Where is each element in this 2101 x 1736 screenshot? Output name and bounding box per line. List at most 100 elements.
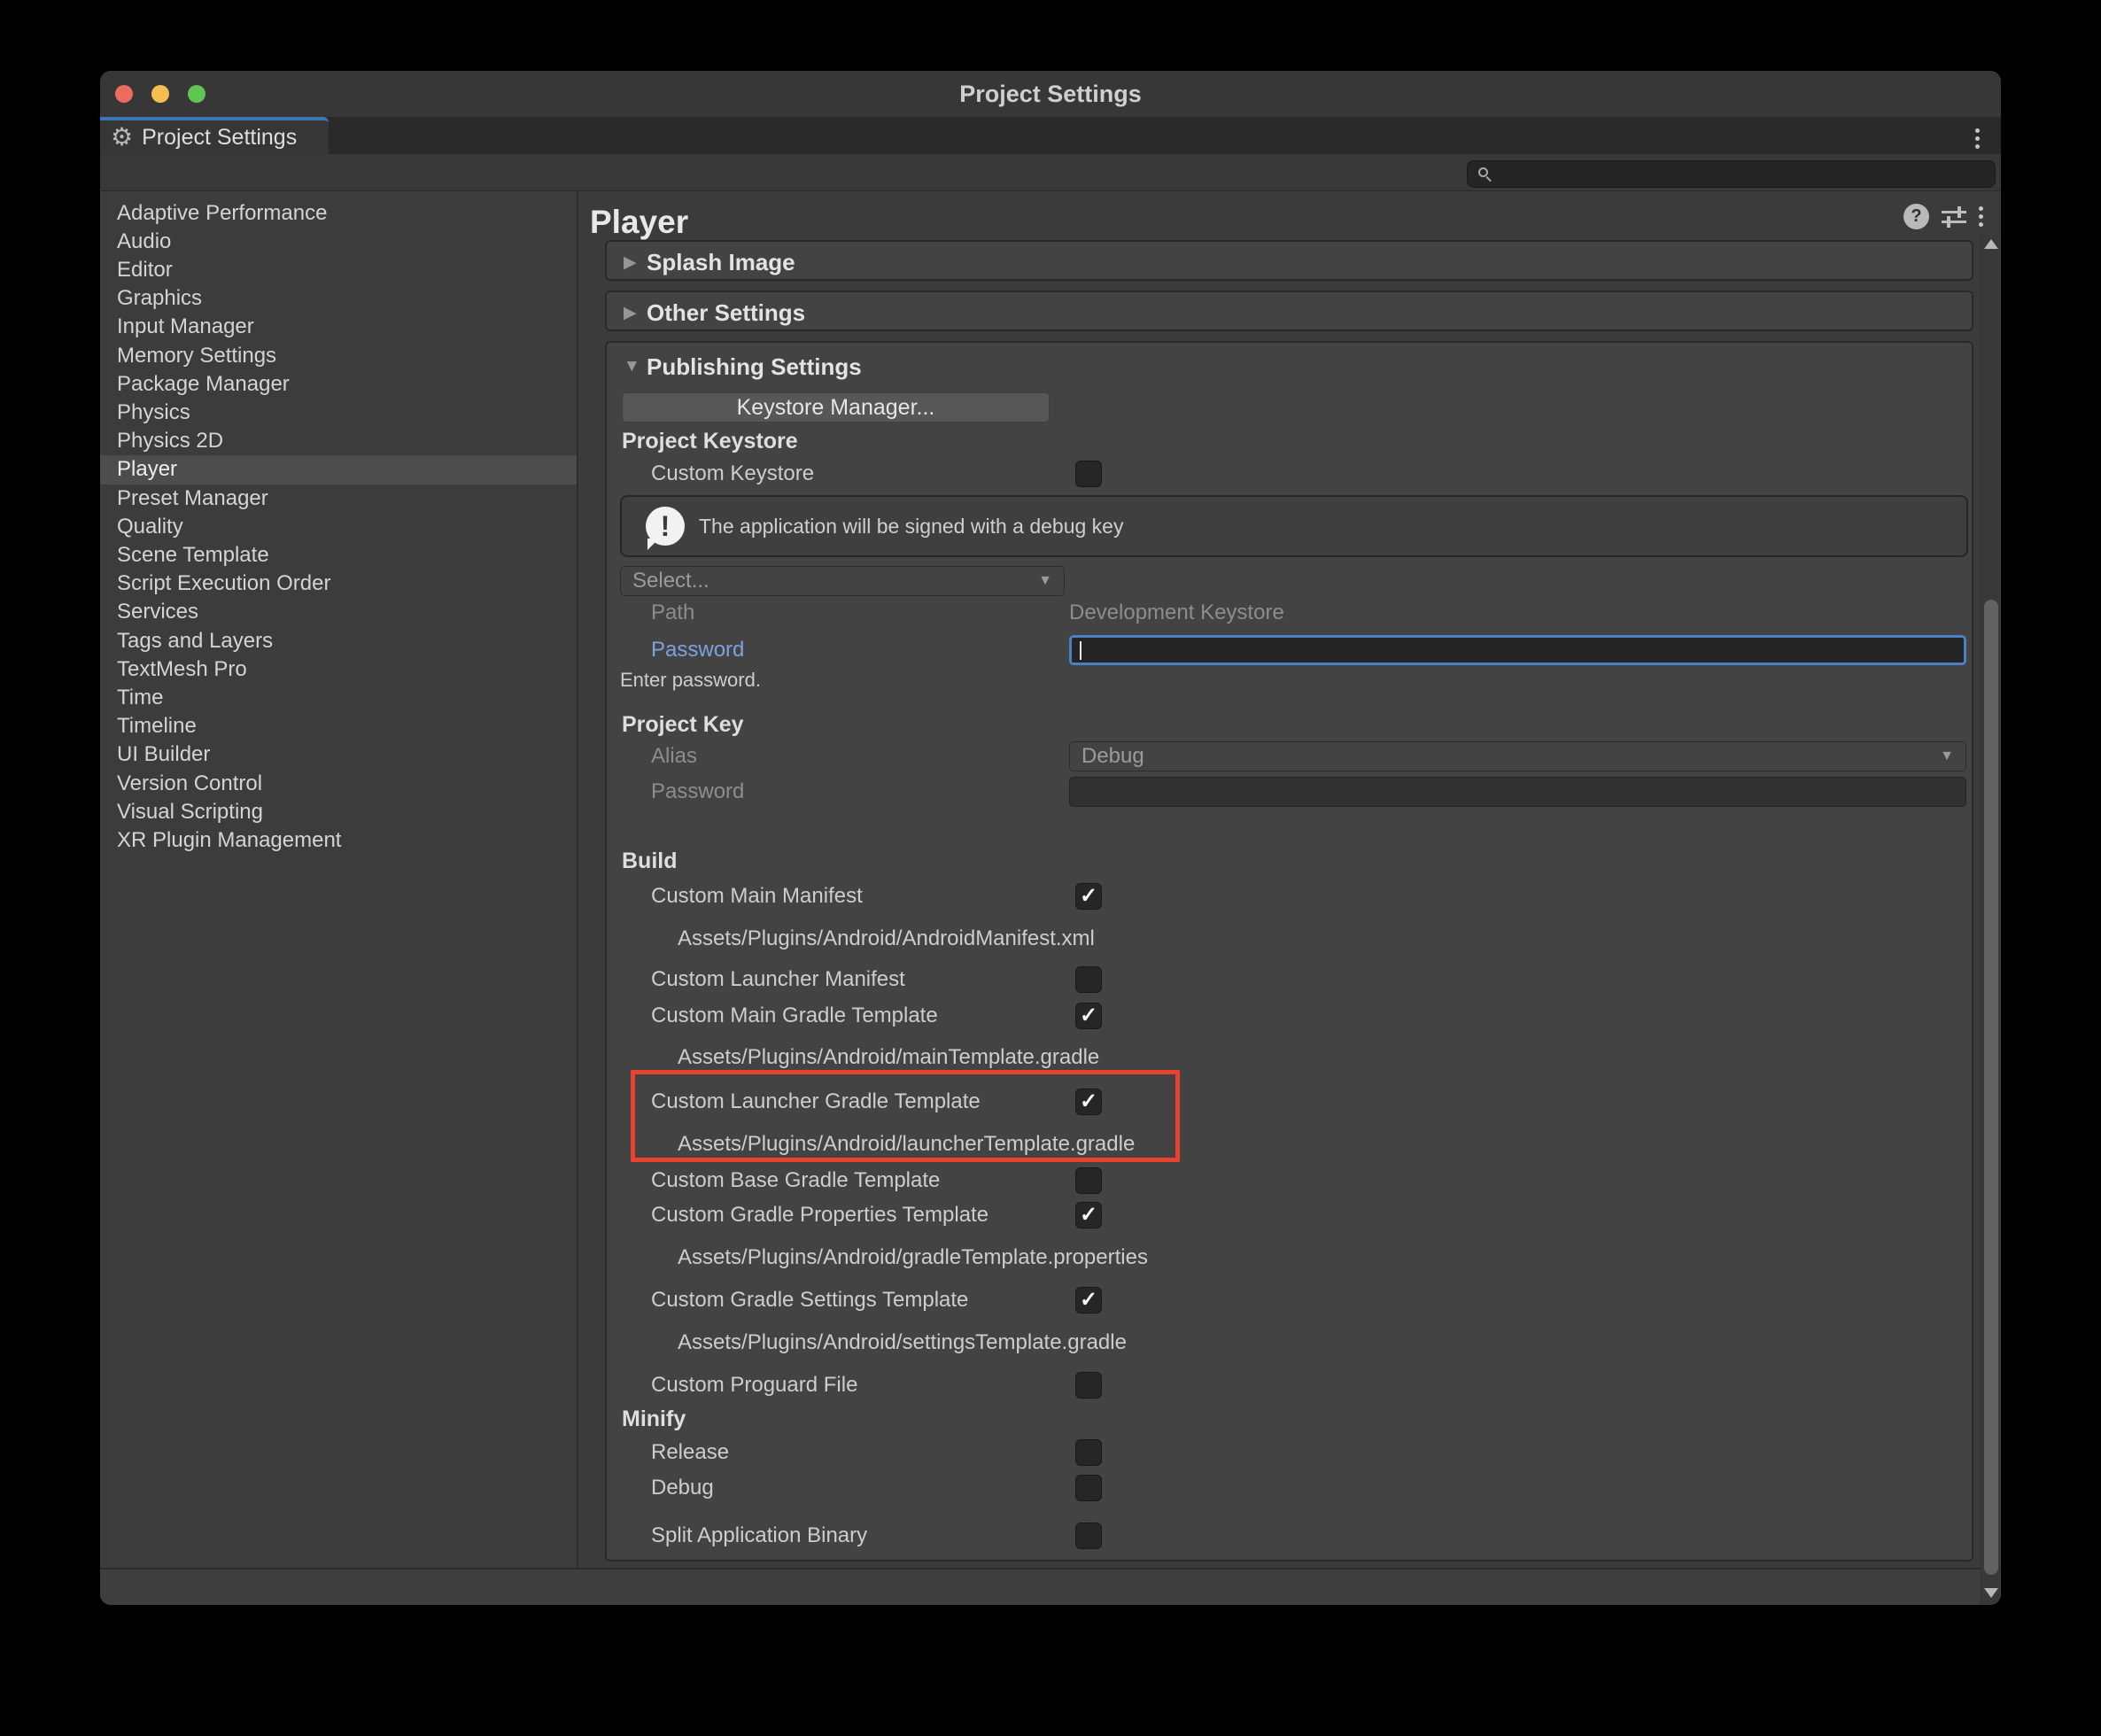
warning-icon: !	[646, 507, 686, 547]
row-custom-main-manifest: Custom Main Manifest ✓	[607, 881, 1972, 911]
project-settings-window: Project Settings ⚙ Project Settings Adap…	[100, 71, 2001, 1605]
tab-bar-menu-button[interactable]	[1975, 128, 1980, 149]
sidebar-item-ui-builder[interactable]: UI Builder	[100, 740, 577, 770]
checkbox-debug[interactable]	[1075, 1475, 1102, 1501]
sidebar-item-adaptive-performance[interactable]: Adaptive Performance	[100, 198, 577, 228]
sidebar-item-player[interactable]: Player	[100, 455, 577, 484]
row-custom-proguard-file: Custom Proguard File	[607, 1370, 1972, 1400]
chevron-down-icon: ▼	[1038, 567, 1052, 595]
panel-more-button[interactable]	[1979, 206, 1983, 227]
sidebar-item-timeline[interactable]: Timeline	[100, 712, 577, 741]
checkbox-label: Custom Keystore	[651, 461, 814, 486]
row-custom-keystore: Custom Keystore	[607, 459, 1972, 489]
chevron-right-icon: ▶	[624, 303, 647, 323]
checkmark-icon: ✓	[1080, 1203, 1097, 1227]
window-title: Project Settings	[100, 71, 2001, 117]
sidebar-item-audio[interactable]: Audio	[100, 227, 577, 256]
sidebar-item-label: Preset Manager	[117, 486, 268, 511]
window-footer-strip	[100, 1568, 2001, 1605]
checkbox-custom-base-gradle-template[interactable]	[1075, 1167, 1102, 1194]
section-header-other-settings[interactable]: ▶ Other Settings	[607, 292, 1972, 333]
row-project-key: Project Key	[607, 711, 1972, 738]
sidebar-item-visual-scripting[interactable]: Visual Scripting	[100, 797, 577, 826]
sidebar-item-memory-settings[interactable]: Memory Settings	[100, 341, 577, 370]
checkbox-release[interactable]	[1075, 1439, 1102, 1466]
row-custom-launcher-manifest: Custom Launcher Manifest	[607, 965, 1972, 995]
sidebar-item-physics[interactable]: Physics	[100, 398, 577, 427]
row-path: PathDevelopment Keystore	[607, 598, 1972, 628]
sidebar-item-scene-template[interactable]: Scene Template	[100, 540, 577, 570]
content-area: Adaptive PerformanceAudioEditorGraphicsI…	[100, 191, 2001, 1605]
scrollbar-thumb[interactable]	[1984, 600, 1998, 1575]
sidebar-item-label: Timeline	[117, 714, 197, 739]
row-custom-main-gradle-template: Custom Main Gradle Template✓	[607, 1001, 1972, 1031]
sidebar-item-version-control[interactable]: Version Control	[100, 769, 577, 798]
file-path-text: Assets/Plugins/Android/launcherTemplate.…	[678, 1132, 1135, 1157]
checkbox-label: Custom Launcher Gradle Template	[651, 1089, 981, 1114]
vertical-scrollbar[interactable]	[1981, 232, 2000, 1605]
checkbox-custom-gradle-settings-template[interactable]: ✓	[1075, 1287, 1102, 1314]
file-path-text: Assets/Plugins/Android/settingsTemplate.…	[678, 1330, 1127, 1355]
text-caret	[1080, 641, 1082, 660]
settings-category-list: Adaptive PerformanceAudioEditorGraphicsI…	[100, 191, 577, 1605]
checkbox-label: Custom Gradle Properties Template	[651, 1203, 988, 1228]
scroll-down-icon[interactable]	[1984, 1588, 1998, 1598]
sidebar-item-textmesh-pro[interactable]: TextMesh Pro	[100, 655, 577, 684]
row-custom-gradle-settings-template: Custom Gradle Settings Template ✓	[607, 1285, 1972, 1315]
sidebar-item-preset-manager[interactable]: Preset Manager	[100, 484, 577, 513]
field-label-password: Password	[651, 779, 744, 804]
sidebar-item-script-execution-order[interactable]: Script Execution Order	[100, 570, 577, 599]
scroll-up-icon[interactable]	[1984, 239, 1998, 249]
sidebar-item-quality[interactable]: Quality	[100, 512, 577, 541]
search-input[interactable]	[1467, 160, 1996, 188]
keystore-select-dropdown[interactable]: Select...▼	[620, 566, 1065, 596]
chevron-down-icon: ▼	[624, 357, 647, 376]
password-link-label[interactable]: Password	[651, 638, 744, 663]
checkbox-label: Custom Launcher Manifest	[651, 967, 905, 992]
checkbox-custom-main-gradle-template[interactable]: ✓	[1075, 1003, 1102, 1029]
kebab-icon	[1979, 206, 1983, 211]
sidebar-item-label: Scene Template	[117, 543, 269, 568]
tab-project-settings[interactable]: ⚙ Project Settings	[100, 117, 329, 154]
checkbox-custom-launcher-manifest[interactable]	[1075, 966, 1102, 993]
sidebar-item-time[interactable]: Time	[100, 683, 577, 712]
sidebar-item-tags-and-layers[interactable]: Tags and Layers	[100, 626, 577, 655]
tab-bar: ⚙ Project Settings	[100, 117, 2001, 154]
checkbox-custom-proguard-file[interactable]	[1075, 1372, 1102, 1399]
sidebar-item-graphics[interactable]: Graphics	[100, 284, 577, 314]
sidebar-item-xr-plugin-management[interactable]: XR Plugin Management	[100, 825, 577, 855]
title-bar[interactable]: Project Settings	[100, 71, 2001, 117]
checkbox-label: Custom Gradle Settings Template	[651, 1288, 968, 1313]
checkbox-custom-main-manifest[interactable]: ✓	[1075, 883, 1102, 910]
sidebar-item-package-manager[interactable]: Package Manager	[100, 369, 577, 399]
sidebar-item-editor[interactable]: Editor	[100, 255, 577, 284]
checkbox-custom-keystore[interactable]	[1075, 461, 1102, 487]
sidebar-item-services[interactable]: Services	[100, 598, 577, 627]
field-value-development-keystore: Development Keystore	[1069, 601, 1284, 625]
section-header-splash-image[interactable]: ▶ Splash Image	[607, 242, 1972, 283]
section-splash-image: ▶ Splash Image	[605, 240, 1973, 281]
row-assets-plugins-android-settingstemplate-gradle: Assets/Plugins/Android/settingsTemplate.…	[607, 1328, 1972, 1358]
search-row	[100, 154, 2001, 191]
sidebar-item-input-manager[interactable]: Input Manager	[100, 313, 577, 342]
row-minify: Minify	[607, 1406, 1972, 1432]
keystore-manager-button[interactable]: Keystore Manager...	[622, 392, 1050, 422]
help-icon[interactable]: ?	[1903, 204, 1929, 229]
alias-dropdown[interactable]: Debug▼	[1069, 741, 1966, 771]
sidebar-item-physics-2d[interactable]: Physics 2D	[100, 427, 577, 456]
presets-icon[interactable]	[1942, 205, 1966, 228]
key-password-input[interactable]	[1069, 777, 1966, 807]
checkbox-custom-gradle-properties-template[interactable]: ✓	[1075, 1202, 1102, 1228]
checkbox-label: Custom Main Manifest	[651, 884, 863, 909]
checkmark-icon: ✓	[1080, 1288, 1097, 1312]
sidebar-item-label: Player	[117, 457, 177, 482]
checkbox-custom-launcher-gradle-template[interactable]: ✓	[1075, 1089, 1102, 1115]
sidebar-item-label: Quality	[117, 515, 183, 539]
row-enter-password: Enter password.	[607, 667, 1972, 694]
keystore-password-input[interactable]	[1069, 635, 1966, 665]
checkbox-split-application-binary[interactable]	[1075, 1523, 1102, 1549]
checkbox-label: Custom Proguard File	[651, 1373, 857, 1398]
section-header-publishing-settings[interactable]: ▼ Publishing Settings	[607, 343, 1972, 391]
panel-header-icons: ?	[1903, 203, 1983, 229]
password-hint-text: Enter password.	[620, 669, 761, 692]
